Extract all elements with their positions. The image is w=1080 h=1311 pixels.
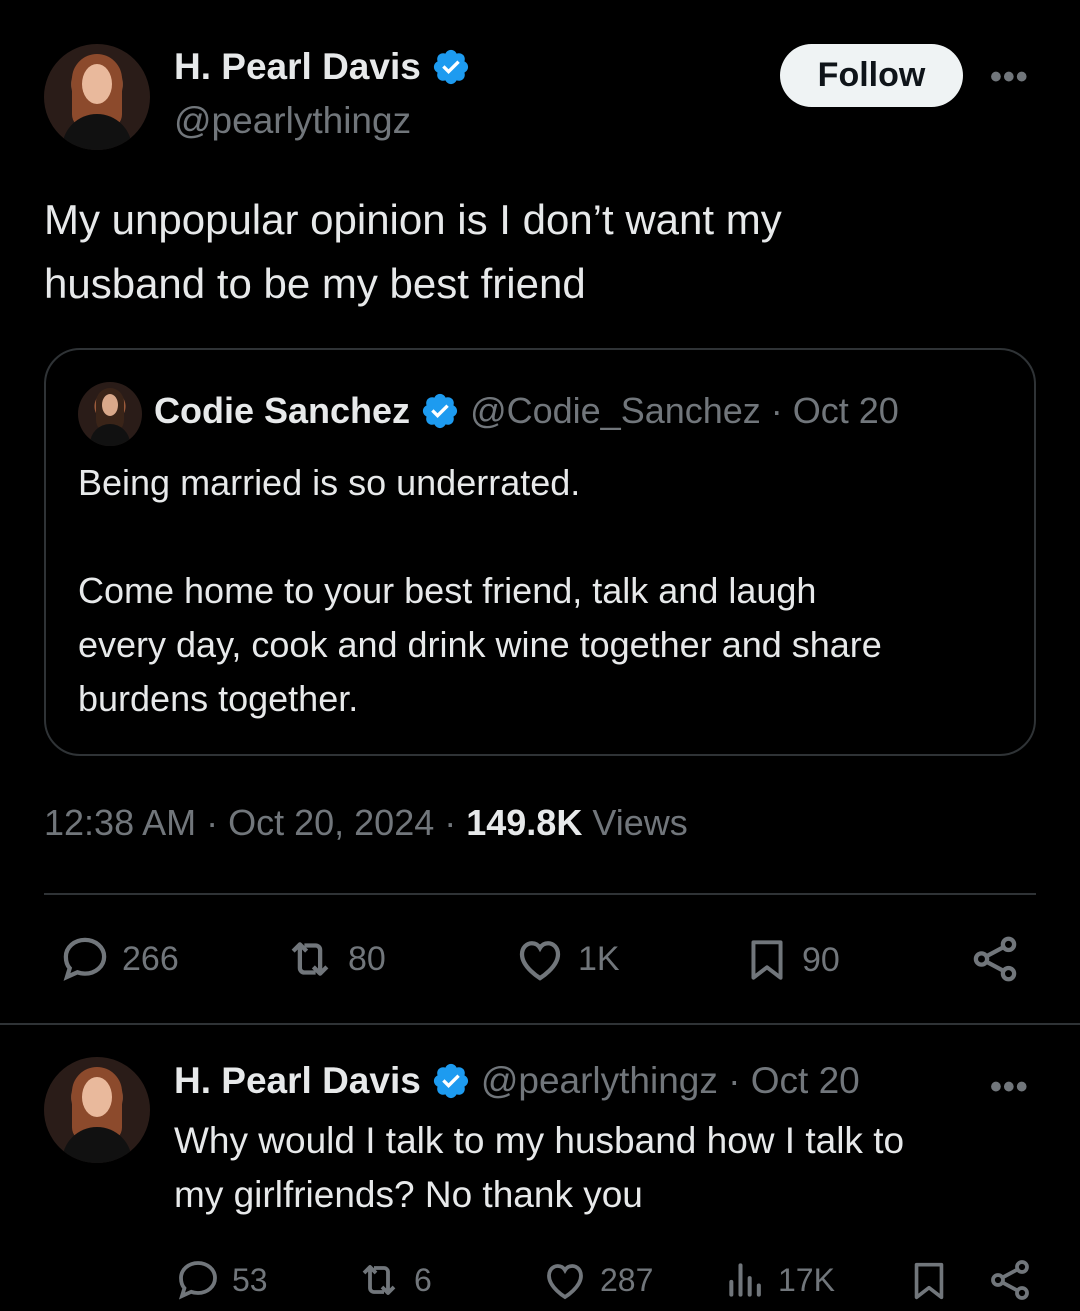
bookmark-icon — [914, 1262, 944, 1300]
reply-retweet-button[interactable]: 6 — [354, 1256, 432, 1304]
reply-bookmark-button[interactable] — [906, 1256, 952, 1306]
reply-count: 53 — [232, 1261, 268, 1298]
reply-author-name[interactable]: H. Pearl Davis — [174, 1060, 421, 1102]
timestamp[interactable]: 12:38 AM · Oct 20, 2024 · — [44, 802, 466, 843]
reply-text-line: my girlfriends? No thank you — [174, 1174, 643, 1215]
retweet-count: 80 — [348, 939, 386, 978]
tweet-text-line: husband to be my best friend — [44, 260, 586, 307]
quoted-text-line: Come home to your best friend, talk and … — [78, 570, 817, 611]
views-count: 149.8K — [466, 802, 583, 843]
tweet-text: My unpopular opinion is I don’t want my … — [44, 188, 1034, 316]
quoted-handle-date: @Codie_Sanchez · Oct 20 — [470, 390, 899, 431]
quoted-header: Codie Sanchez @Codie_Sanchez · Oct 20 — [154, 390, 899, 432]
share-icon — [991, 1260, 1029, 1300]
retweet-icon — [291, 942, 329, 976]
author-avatar[interactable] — [44, 44, 150, 150]
more-options-icon[interactable]: ••• — [990, 58, 1029, 97]
retweet-button[interactable]: 80 — [282, 932, 386, 986]
quoted-author-avatar — [78, 382, 142, 446]
author-name[interactable]: H. Pearl Davis — [174, 46, 421, 88]
bookmark-button[interactable]: 90 — [742, 932, 840, 988]
share-button[interactable] — [968, 932, 1022, 986]
retweet-icon — [362, 1265, 396, 1295]
reply-author-avatar[interactable] — [44, 1057, 150, 1163]
reply-views-button[interactable]: 17K — [724, 1256, 835, 1304]
divider — [0, 1023, 1080, 1025]
reply-share-button[interactable] — [986, 1256, 1034, 1304]
more-options-icon[interactable]: ••• — [990, 1068, 1029, 1107]
quoted-text-line: every day, cook and drink wine together … — [78, 624, 882, 665]
like-count: 1K — [578, 939, 620, 978]
reply-count: 266 — [122, 939, 179, 978]
share-icon — [973, 936, 1017, 982]
author-handle[interactable]: @pearlythingz — [174, 100, 411, 142]
verified-badge-icon — [433, 1063, 468, 1099]
reply-icon — [63, 937, 107, 981]
author-name-row: H. Pearl Davis — [174, 46, 471, 88]
follow-button[interactable]: Follow — [780, 44, 963, 107]
views-label: Views — [582, 802, 688, 843]
retweet-count: 6 — [414, 1261, 432, 1298]
divider — [44, 893, 1036, 895]
heart-icon — [547, 1264, 583, 1300]
bookmark-icon — [751, 940, 783, 980]
reply-header: H. Pearl Davis @pearlythingz · Oct 20 — [174, 1060, 860, 1102]
bookmark-count: 90 — [802, 940, 840, 979]
quoted-author-name: Codie Sanchez — [154, 390, 411, 431]
reply-like-button[interactable]: 287 — [540, 1256, 653, 1304]
like-count: 287 — [600, 1261, 654, 1298]
reply-reply-button[interactable]: 53 — [174, 1256, 268, 1304]
quoted-text-line: Being married is so underrated. — [78, 462, 581, 503]
views-count: 17K — [778, 1261, 835, 1298]
reply-handle-date[interactable]: @pearlythingz · Oct 20 — [481, 1060, 860, 1102]
views-chart-icon — [729, 1263, 761, 1297]
reply-button[interactable]: 266 — [58, 932, 179, 986]
heart-icon — [519, 941, 561, 981]
reply-text-line: Why would I talk to my husband how I tal… — [174, 1120, 905, 1161]
verified-badge-icon — [422, 393, 458, 429]
tweet-meta: 12:38 AM · Oct 20, 2024 · 149.8K Views — [44, 802, 688, 844]
quoted-text-line: burdens together. — [78, 678, 359, 719]
reply-text: Why would I talk to my husband how I tal… — [174, 1114, 1054, 1222]
verified-badge-icon — [433, 49, 468, 85]
reply-icon — [178, 1261, 217, 1300]
tweet-text-line: My unpopular opinion is I don’t want my — [44, 196, 782, 243]
like-button[interactable]: 1K — [512, 932, 620, 986]
quoted-tweet-card[interactable]: Codie Sanchez @Codie_Sanchez · Oct 20 Be… — [44, 348, 1036, 756]
